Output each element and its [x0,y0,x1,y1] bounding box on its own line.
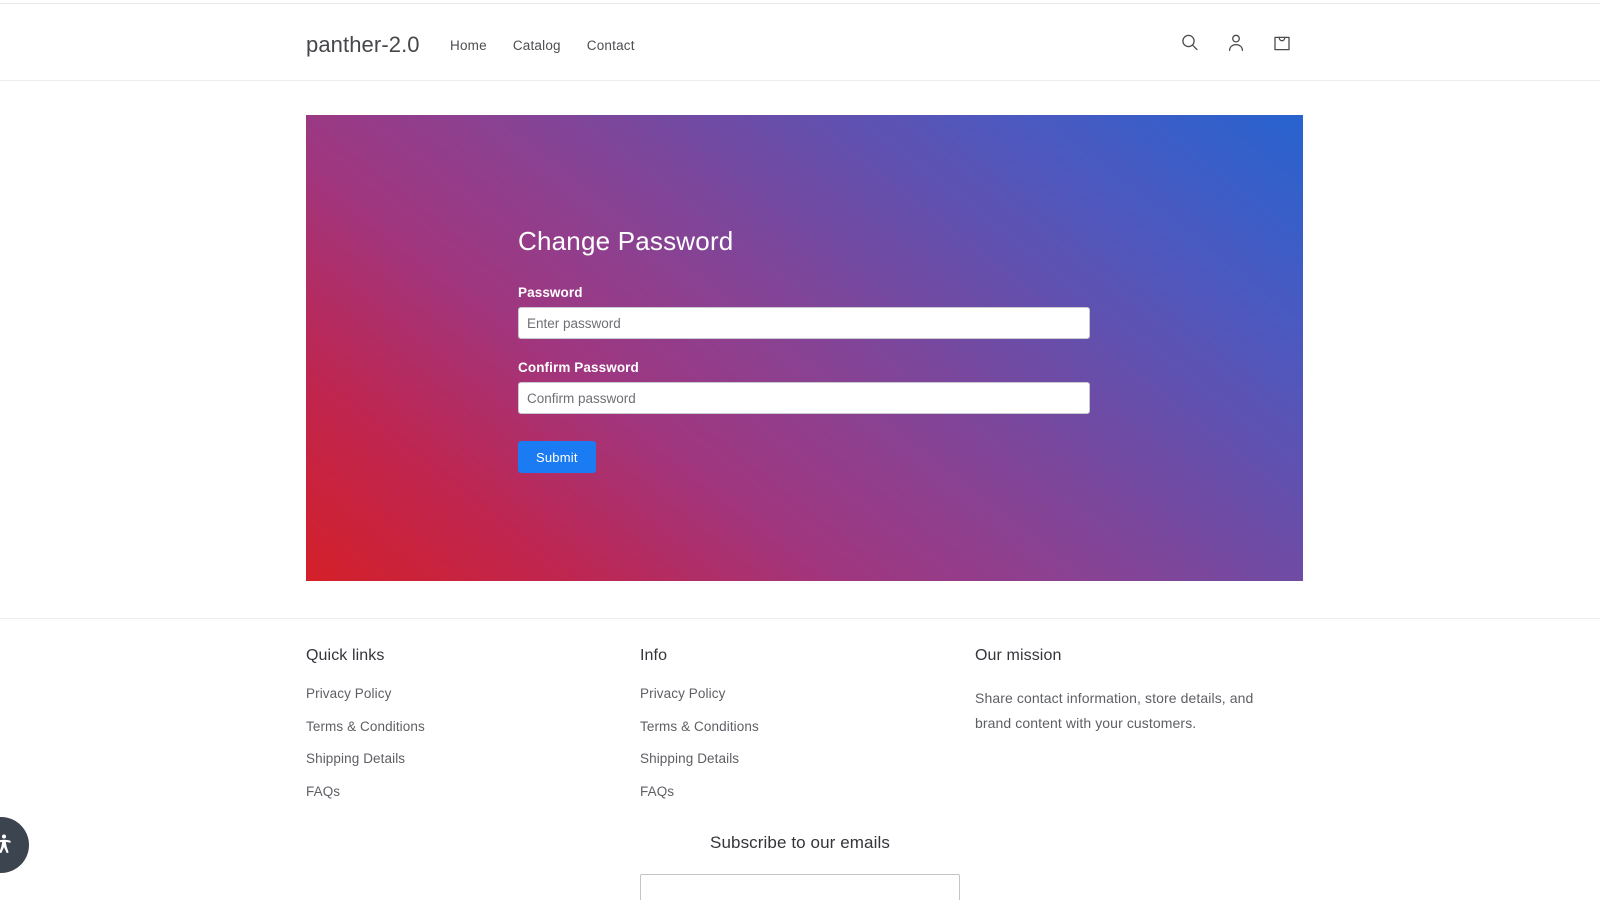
newsletter-title: Subscribe to our emails [0,834,1600,851]
nav-item-contact[interactable]: Contact [587,38,635,53]
hero-gradient-panel: Change Password Password Confirm Passwor… [306,115,1303,581]
footer-link-terms-conditions[interactable]: Terms & Conditions [640,719,940,734]
password-input[interactable] [518,307,1090,339]
footer-link-privacy-policy[interactable]: Privacy Policy [640,686,940,701]
nav-item-catalog[interactable]: Catalog [513,38,561,53]
site-logo[interactable]: panther-2.0 [306,32,420,58]
footer-link-faqs[interactable]: FAQs [640,784,940,799]
footer-heading-our-mission: Our mission [975,648,1285,664]
search-icon[interactable] [1178,31,1202,55]
footer-mission-text: Share contact information, store details… [975,686,1285,735]
change-password-form: Change Password Password Confirm Passwor… [518,228,1090,473]
footer-divider [0,618,1600,619]
footer-heading-quick-links: Quick links [306,648,606,664]
account-icon[interactable] [1224,31,1248,55]
confirm-password-input[interactable] [518,382,1090,414]
confirm-password-label: Confirm Password [518,360,1090,375]
submit-button[interactable]: Submit [518,441,596,473]
footer-column-our-mission: Our mission Share contact information, s… [975,648,1285,735]
password-label: Password [518,285,1090,300]
newsletter-email-input[interactable] [640,874,960,900]
confirm-password-field-group: Confirm Password [518,360,1090,414]
main-navigation: Home Catalog Contact [450,38,635,53]
footer-link-shipping-details[interactable]: Shipping Details [640,751,940,766]
nav-item-home[interactable]: Home [450,38,487,53]
footer-link-privacy-policy[interactable]: Privacy Policy [306,686,606,701]
footer-heading-info: Info [640,648,940,664]
password-field-group: Password [518,285,1090,339]
footer-column-quick-links: Quick links Privacy Policy Terms & Condi… [306,648,606,816]
header-actions [1178,31,1294,55]
footer-link-terms-conditions[interactable]: Terms & Conditions [306,719,606,734]
footer-link-shipping-details[interactable]: Shipping Details [306,751,606,766]
footer-link-faqs[interactable]: FAQs [306,784,606,799]
footer-column-info: Info Privacy Policy Terms & Conditions S… [640,648,940,816]
page-title: Change Password [518,228,1090,254]
page-root: panther-2.0 Home Catalog Contact [0,0,1600,900]
shopping-bag-icon[interactable] [1270,31,1294,55]
newsletter-signup: Subscribe to our emails [0,834,1600,900]
site-header: panther-2.0 Home Catalog Contact [0,4,1600,81]
